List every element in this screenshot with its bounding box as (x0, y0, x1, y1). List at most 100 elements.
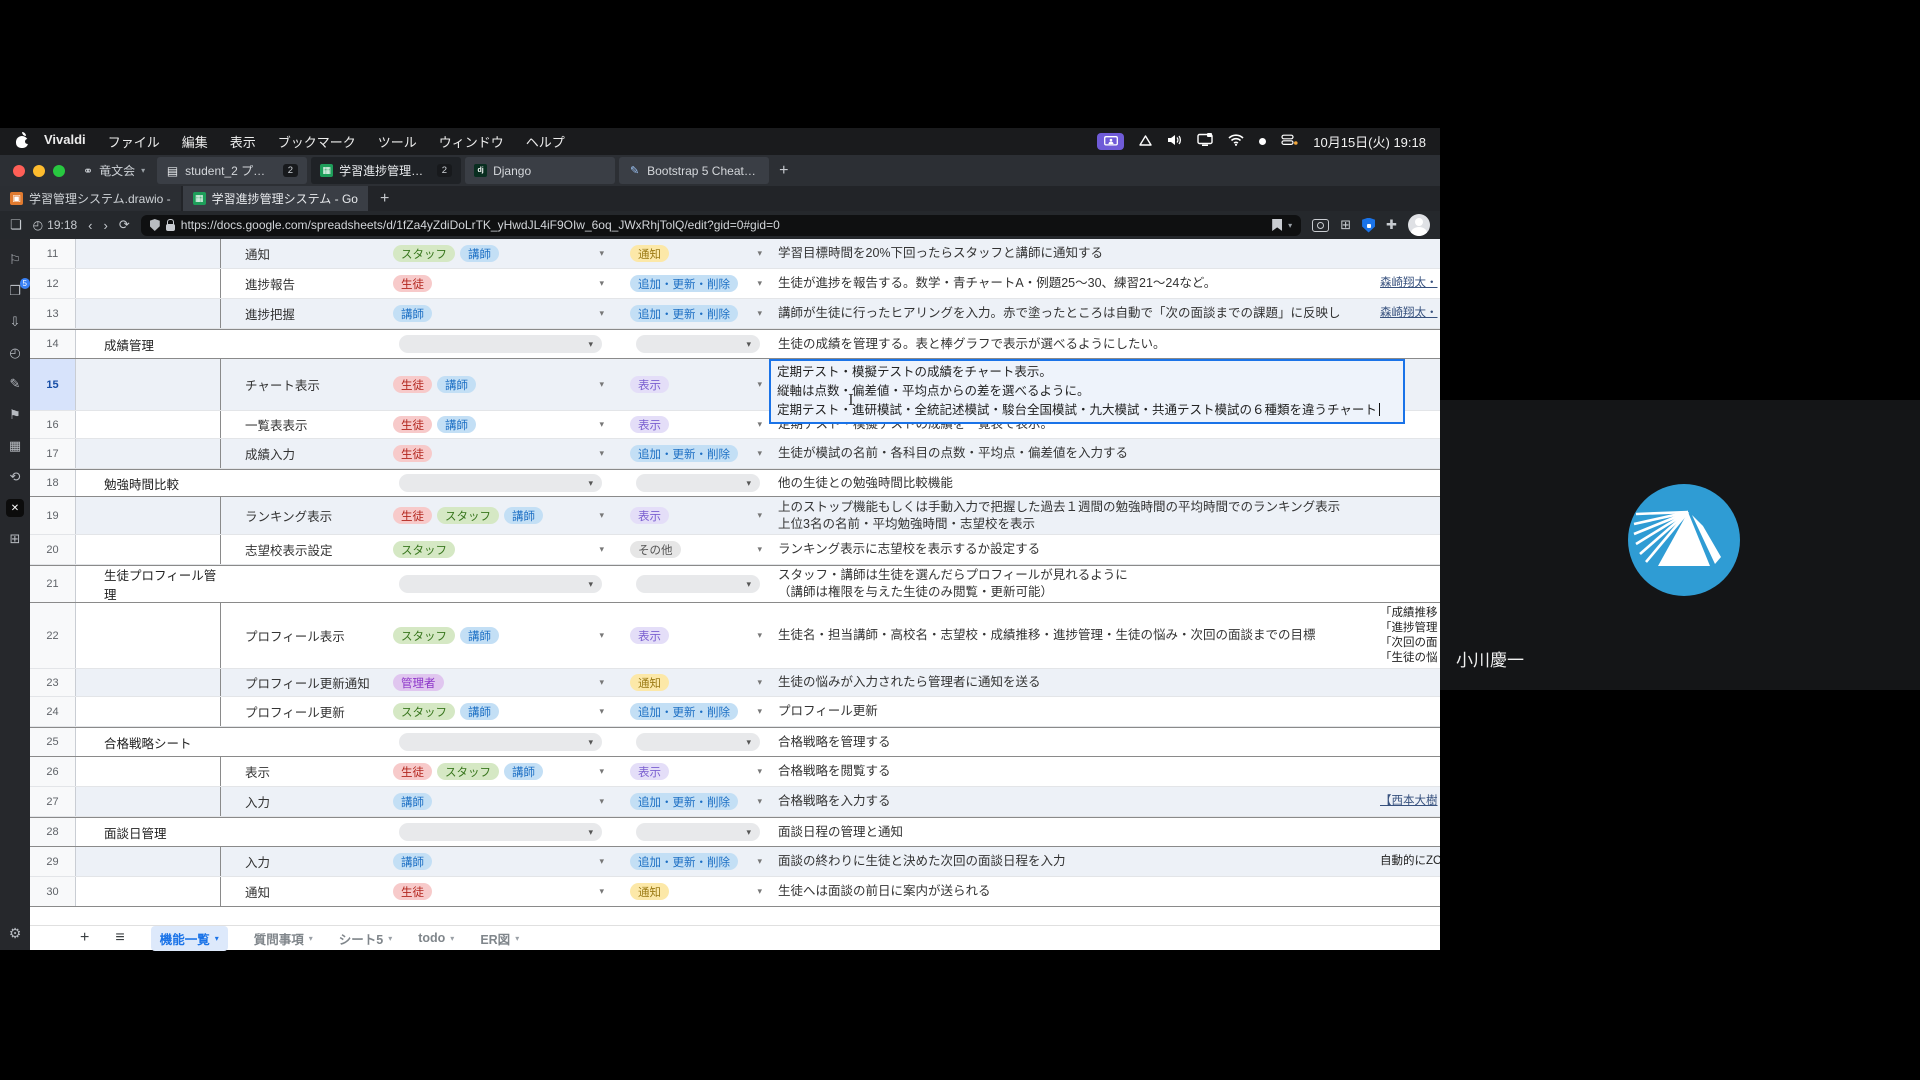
add-sheet-button[interactable]: + (80, 929, 89, 947)
actors-cell[interactable]: ▾ (387, 330, 612, 358)
action-cell[interactable]: 表示▾ (612, 603, 770, 668)
actors-cell[interactable]: 生徒スタッフ講師▾ (387, 497, 612, 534)
actors-cell[interactable]: 講師▾ (387, 787, 612, 816)
action-cell[interactable]: 追加・更新・削除▾ (612, 697, 770, 726)
feature-cell[interactable]: 一覧表表示 (220, 411, 387, 438)
right-cell[interactable] (1380, 330, 1440, 358)
feature-cell[interactable]: 志望校表示設定 (220, 535, 387, 564)
action-cell[interactable]: 表示▾ (612, 757, 770, 786)
dropdown-arrow-icon[interactable]: ▾ (599, 308, 604, 319)
dropdown-arrow-icon[interactable]: ▾ (599, 379, 604, 390)
dropdown-arrow-icon[interactable]: ▾ (757, 706, 762, 717)
menu-item-6[interactable]: ウィンドウ (439, 132, 504, 151)
selected-cell-editor[interactable]: 定期テスト・模擬テストの成績をチャート表示。縦軸は点数・偏差値・平均点からの差を… (769, 359, 1405, 424)
empty-dropdown[interactable]: ▾ (636, 575, 760, 593)
description-cell[interactable]: 生徒名・担当講師・高校名・志望校・成績推移・進捗管理・生徒の悩み・次回の面談まで… (770, 603, 1380, 668)
right-cell[interactable] (1380, 470, 1440, 496)
add-panel-icon[interactable]: ⊞ (6, 530, 24, 548)
category-cell[interactable] (76, 603, 220, 668)
dropdown-arrow-icon[interactable]: ▾ (599, 248, 604, 259)
action-cell[interactable]: 追加・更新・削除▾ (612, 787, 770, 816)
action-cell[interactable]: 追加・更新・削除▾ (612, 299, 770, 328)
action-cell[interactable]: ▾ (612, 818, 770, 846)
row-number[interactable]: 12 (30, 269, 76, 298)
feature-cell[interactable]: 進捗報告 (220, 269, 387, 298)
dropdown-arrow-icon[interactable]: ▾ (757, 630, 762, 641)
browser-tab[interactable]: ▤student_2 プロフィー/2 (157, 157, 307, 184)
dropdown-arrow-icon[interactable]: ▾ (757, 248, 762, 259)
dropdown-arrow-icon[interactable]: ▾ (757, 856, 762, 867)
dropdown-arrow-icon[interactable]: ▾ (599, 677, 604, 688)
action-cell[interactable]: ▾ (612, 330, 770, 358)
row-number[interactable]: 18 (30, 470, 76, 496)
right-cell[interactable] (1380, 757, 1440, 786)
extension-shield-icon[interactable] (1362, 218, 1375, 233)
feature-cell[interactable] (220, 728, 387, 756)
dropdown-arrow-icon[interactable]: ▾ (599, 278, 604, 289)
dropdown-arrow-icon[interactable]: ▾ (599, 419, 604, 430)
sheet-tab-1[interactable]: 質問事項▾ (254, 929, 313, 948)
feature-cell[interactable]: ランキング表示 (220, 497, 387, 534)
dropdown-arrow-icon[interactable]: ▾ (215, 934, 219, 943)
row-number[interactable]: 22 (30, 603, 76, 668)
category-cell[interactable] (76, 757, 220, 786)
actors-cell[interactable]: ▾ (387, 566, 612, 602)
back-button[interactable]: ‹ (88, 218, 92, 233)
description-cell[interactable]: 生徒が模試の名前・各科目の点数・平均点・偏差値を入力する (770, 439, 1380, 468)
row-number[interactable]: 25 (30, 728, 76, 756)
new-tab-button[interactable]: + (779, 162, 788, 180)
description-cell[interactable]: 生徒が進捗を報告する。数学・青チャートA・例題25〜30、練習21〜24など。 (770, 269, 1380, 298)
row-number[interactable]: 15 (30, 359, 76, 410)
menu-item-7[interactable]: ヘルプ (526, 132, 565, 151)
empty-dropdown[interactable]: ▾ (636, 823, 760, 841)
dropdown-arrow-icon[interactable]: ▾ (757, 419, 762, 430)
category-cell[interactable] (76, 497, 220, 534)
right-cell[interactable]: 【西本大樹 (1380, 787, 1440, 816)
volume-icon[interactable] (1167, 133, 1182, 151)
action-cell[interactable]: ▾ (612, 470, 770, 496)
settings-gear-icon[interactable]: ⚙ (0, 925, 30, 942)
menu-item-1[interactable]: ファイル (108, 132, 160, 151)
dropdown-arrow-icon[interactable]: ▾ (757, 796, 762, 807)
right-cell[interactable] (1380, 497, 1440, 534)
tiling-grid-icon[interactable]: ⊞ (1340, 217, 1351, 233)
forward-button[interactable]: › (104, 218, 108, 233)
empty-dropdown[interactable]: ▾ (399, 575, 602, 593)
category-cell[interactable] (76, 359, 220, 410)
actors-cell[interactable]: 生徒▾ (387, 269, 612, 298)
row-number[interactable]: 17 (30, 439, 76, 468)
row-number[interactable]: 11 (30, 239, 76, 268)
category-cell[interactable] (76, 697, 220, 726)
browser-tab[interactable]: ▦学習進捗管理システム - Go (183, 186, 368, 211)
dropdown-arrow-icon[interactable]: ▾ (599, 886, 604, 897)
extensions-puzzle-icon[interactable]: ✚ (1386, 217, 1397, 233)
all-sheets-menu-icon[interactable]: ≡ (115, 929, 124, 947)
actors-cell[interactable]: ▾ (387, 818, 612, 846)
empty-dropdown[interactable]: ▾ (636, 335, 760, 353)
feature-cell[interactable]: 進捗把握 (220, 299, 387, 328)
right-cell[interactable]: 森崎翔太・ (1380, 269, 1440, 298)
row-number[interactable]: 23 (30, 669, 76, 696)
bookmark-dropdown-icon[interactable]: ▾ (1288, 221, 1292, 230)
right-cell[interactable] (1380, 728, 1440, 756)
description-cell[interactable]: 生徒の悩みが入力されたら管理者に通知を送る (770, 669, 1380, 696)
reading-list-icon[interactable]: ❐5 (6, 282, 24, 300)
empty-dropdown[interactable]: ▾ (636, 733, 760, 751)
bookmark-icon[interactable] (1272, 219, 1282, 231)
dropdown-arrow-icon[interactable]: ▾ (757, 544, 762, 555)
browser-tab[interactable]: ▦学習進捗管理システム2 (311, 157, 461, 184)
browser-tab[interactable]: ▣学習管理システム.drawio - (0, 186, 181, 211)
action-cell[interactable]: ▾ (612, 728, 770, 756)
right-cell[interactable]: 自動的にZO (1380, 847, 1440, 876)
action-cell[interactable]: 表示▾ (612, 411, 770, 438)
description-cell[interactable]: 講師が生徒に行ったヒアリングを入力。赤で塗ったところは自動で「次の面談までの課題… (770, 299, 1380, 328)
tasks-icon[interactable]: ⟲ (6, 468, 24, 486)
actors-cell[interactable]: スタッフ講師▾ (387, 603, 612, 668)
category-cell[interactable]: 面談日管理 (76, 818, 220, 846)
reload-button[interactable]: ⟳ (119, 217, 130, 233)
dropdown-arrow-icon[interactable]: ▾ (757, 308, 762, 319)
row-number[interactable]: 19 (30, 497, 76, 534)
dropdown-arrow-icon[interactable]: ▾ (309, 934, 313, 943)
action-cell[interactable]: 通知▾ (612, 239, 770, 268)
sheet-tab-active[interactable]: 機能一覧▾ (151, 926, 228, 951)
